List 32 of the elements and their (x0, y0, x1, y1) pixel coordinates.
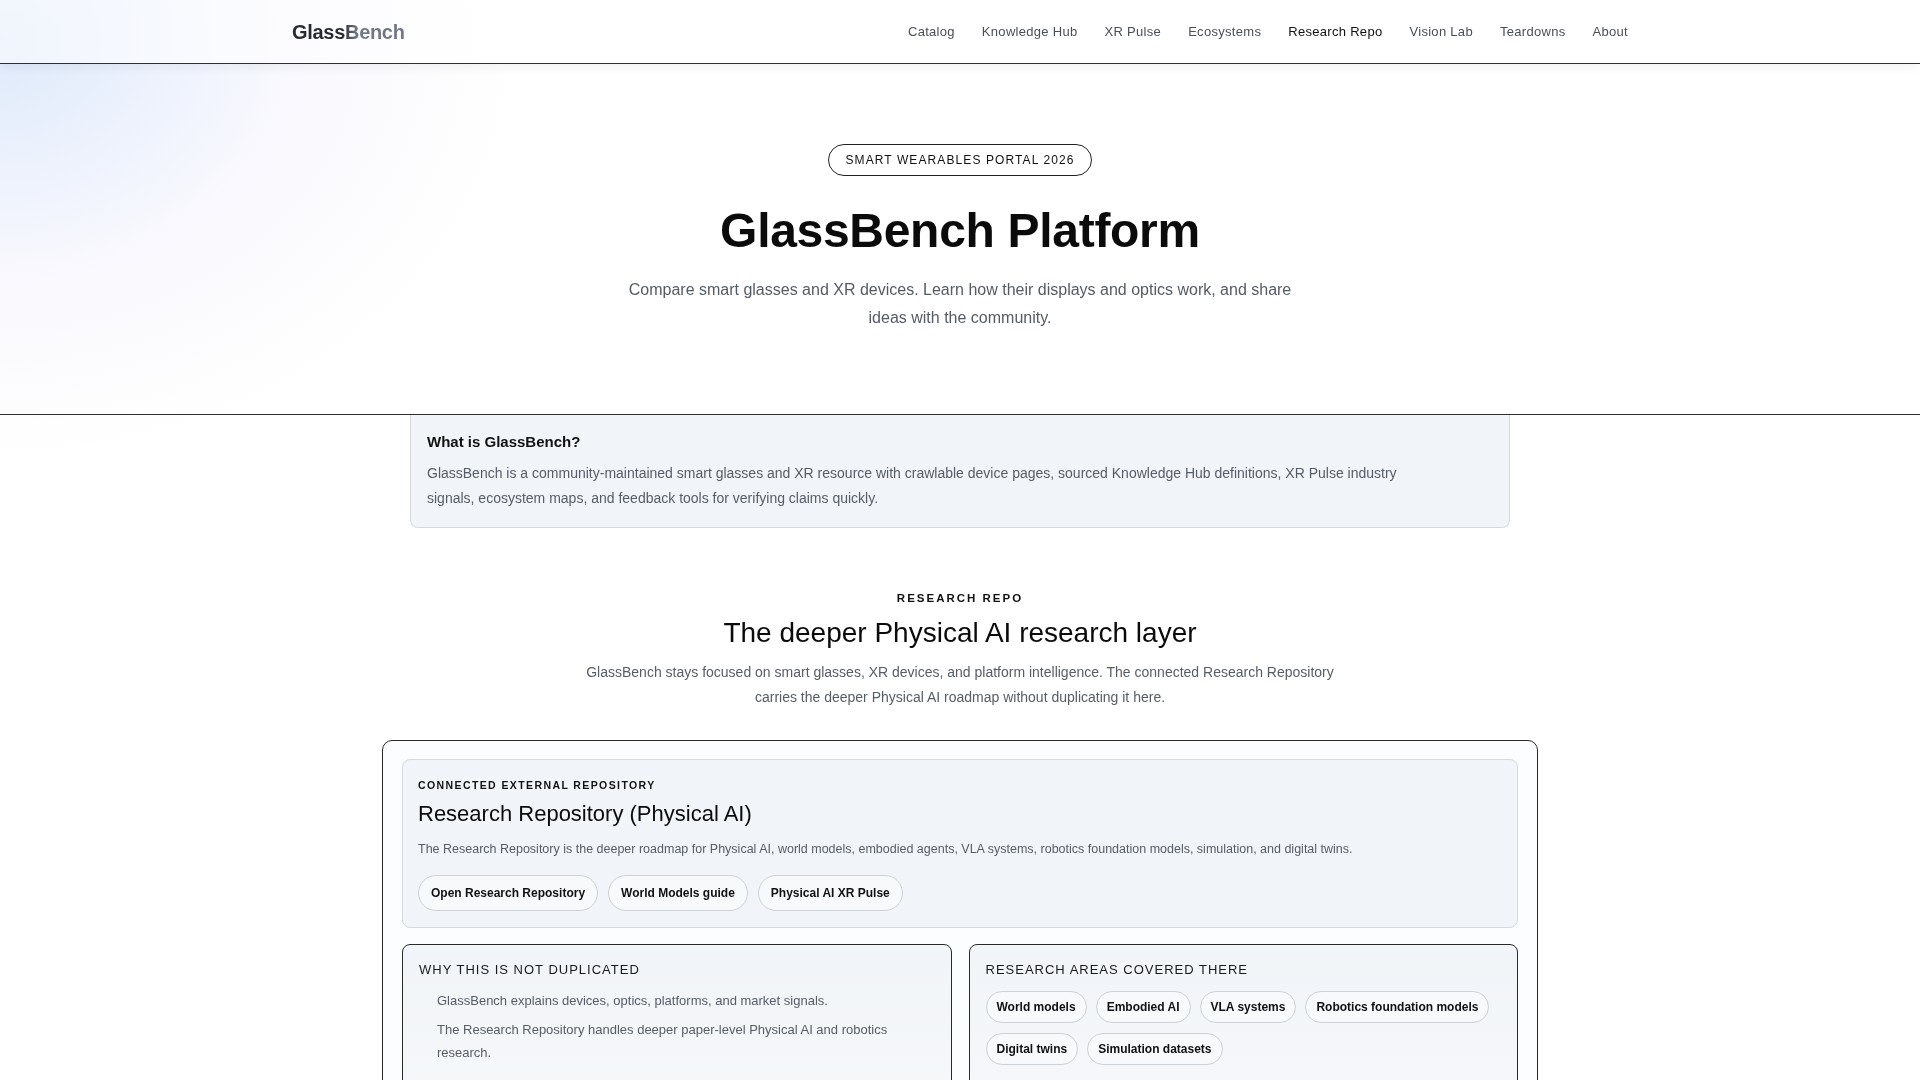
nav-link[interactable]: Teardowns (1499, 22, 1566, 41)
section-description: GlassBench stays focused on smart glasses, XR devices, and platform intelligence. The connected Research Repository carries the deeper Physical AI roadmap without duplicating it here. (585, 663, 1335, 707)
card-title: WHY THIS IS NOT DUPLICATED (419, 962, 641, 978)
nav-link[interactable]: About (1592, 22, 1628, 41)
link-button[interactable]: Physical AI XR Pulse (757, 875, 903, 911)
link-button[interactable]: World Models guide (608, 875, 748, 911)
topic-tag[interactable]: Embodied AI (1095, 991, 1191, 1023)
nav-link[interactable]: Vision Lab (1409, 22, 1473, 41)
nav-link[interactable]: XR Pulse (1104, 22, 1162, 41)
list-item: GlassBench explains devices, optics, platforms, and market signals. (437, 992, 829, 1010)
topic-tag[interactable]: Robotics foundation models (1305, 991, 1490, 1023)
repository-title: Research Repository (Physical AI) (418, 800, 753, 828)
intro-title: What is GlassBench? (427, 433, 582, 451)
topic-tag[interactable]: Simulation datasets (1087, 1033, 1223, 1065)
nav-link[interactable]: Catalog (907, 22, 955, 41)
card-title: RESEARCH AREAS COVERED THERE (985, 962, 1250, 978)
nav-link[interactable]: Ecosystems (1188, 22, 1262, 41)
section-eyebrow: RESEARCH REPO (896, 591, 1024, 605)
topic-tag[interactable]: World models (985, 991, 1087, 1023)
section-title: The deeper Physical AI research layer (723, 616, 1197, 650)
topic-tag[interactable]: VLA systems (1199, 991, 1297, 1023)
repository-eyebrow: CONNECTED EXTERNAL REPOSITORY (418, 778, 657, 792)
hero-title: GlassBench Platform (720, 204, 1200, 257)
list-item: The Research Repository handles deeper paper-level Physical AI and robotics research. (437, 1021, 889, 1062)
intro-text: GlassBench is a community-maintained smart glasses and XR resource with crawlable device pages, sourced Knowledge Hub definitions, XR Pulse industry signals, ecosystem maps, and feedback tools for verifying claims quickly. (427, 464, 1398, 508)
repository-description: The Research Repository is the deeper roadmap for Physical AI, world models, embodied agents, VLA systems, robotics foundation models, simulation, and digital twins. (418, 841, 1354, 858)
nav-link[interactable]: Research Repo (1288, 22, 1383, 41)
topic-tag[interactable]: Digital twins (985, 1033, 1079, 1065)
link-button[interactable]: Open Research Repository (418, 875, 599, 911)
nav-link[interactable]: Knowledge Hub (981, 22, 1078, 41)
hero-subtitle: Compare smart glasses and XR devices. Learn how their displays and optics work, and share ideas with the community. (627, 280, 1293, 328)
hero-badge: SMART WEARABLES PORTAL 2026 (828, 144, 1092, 176)
